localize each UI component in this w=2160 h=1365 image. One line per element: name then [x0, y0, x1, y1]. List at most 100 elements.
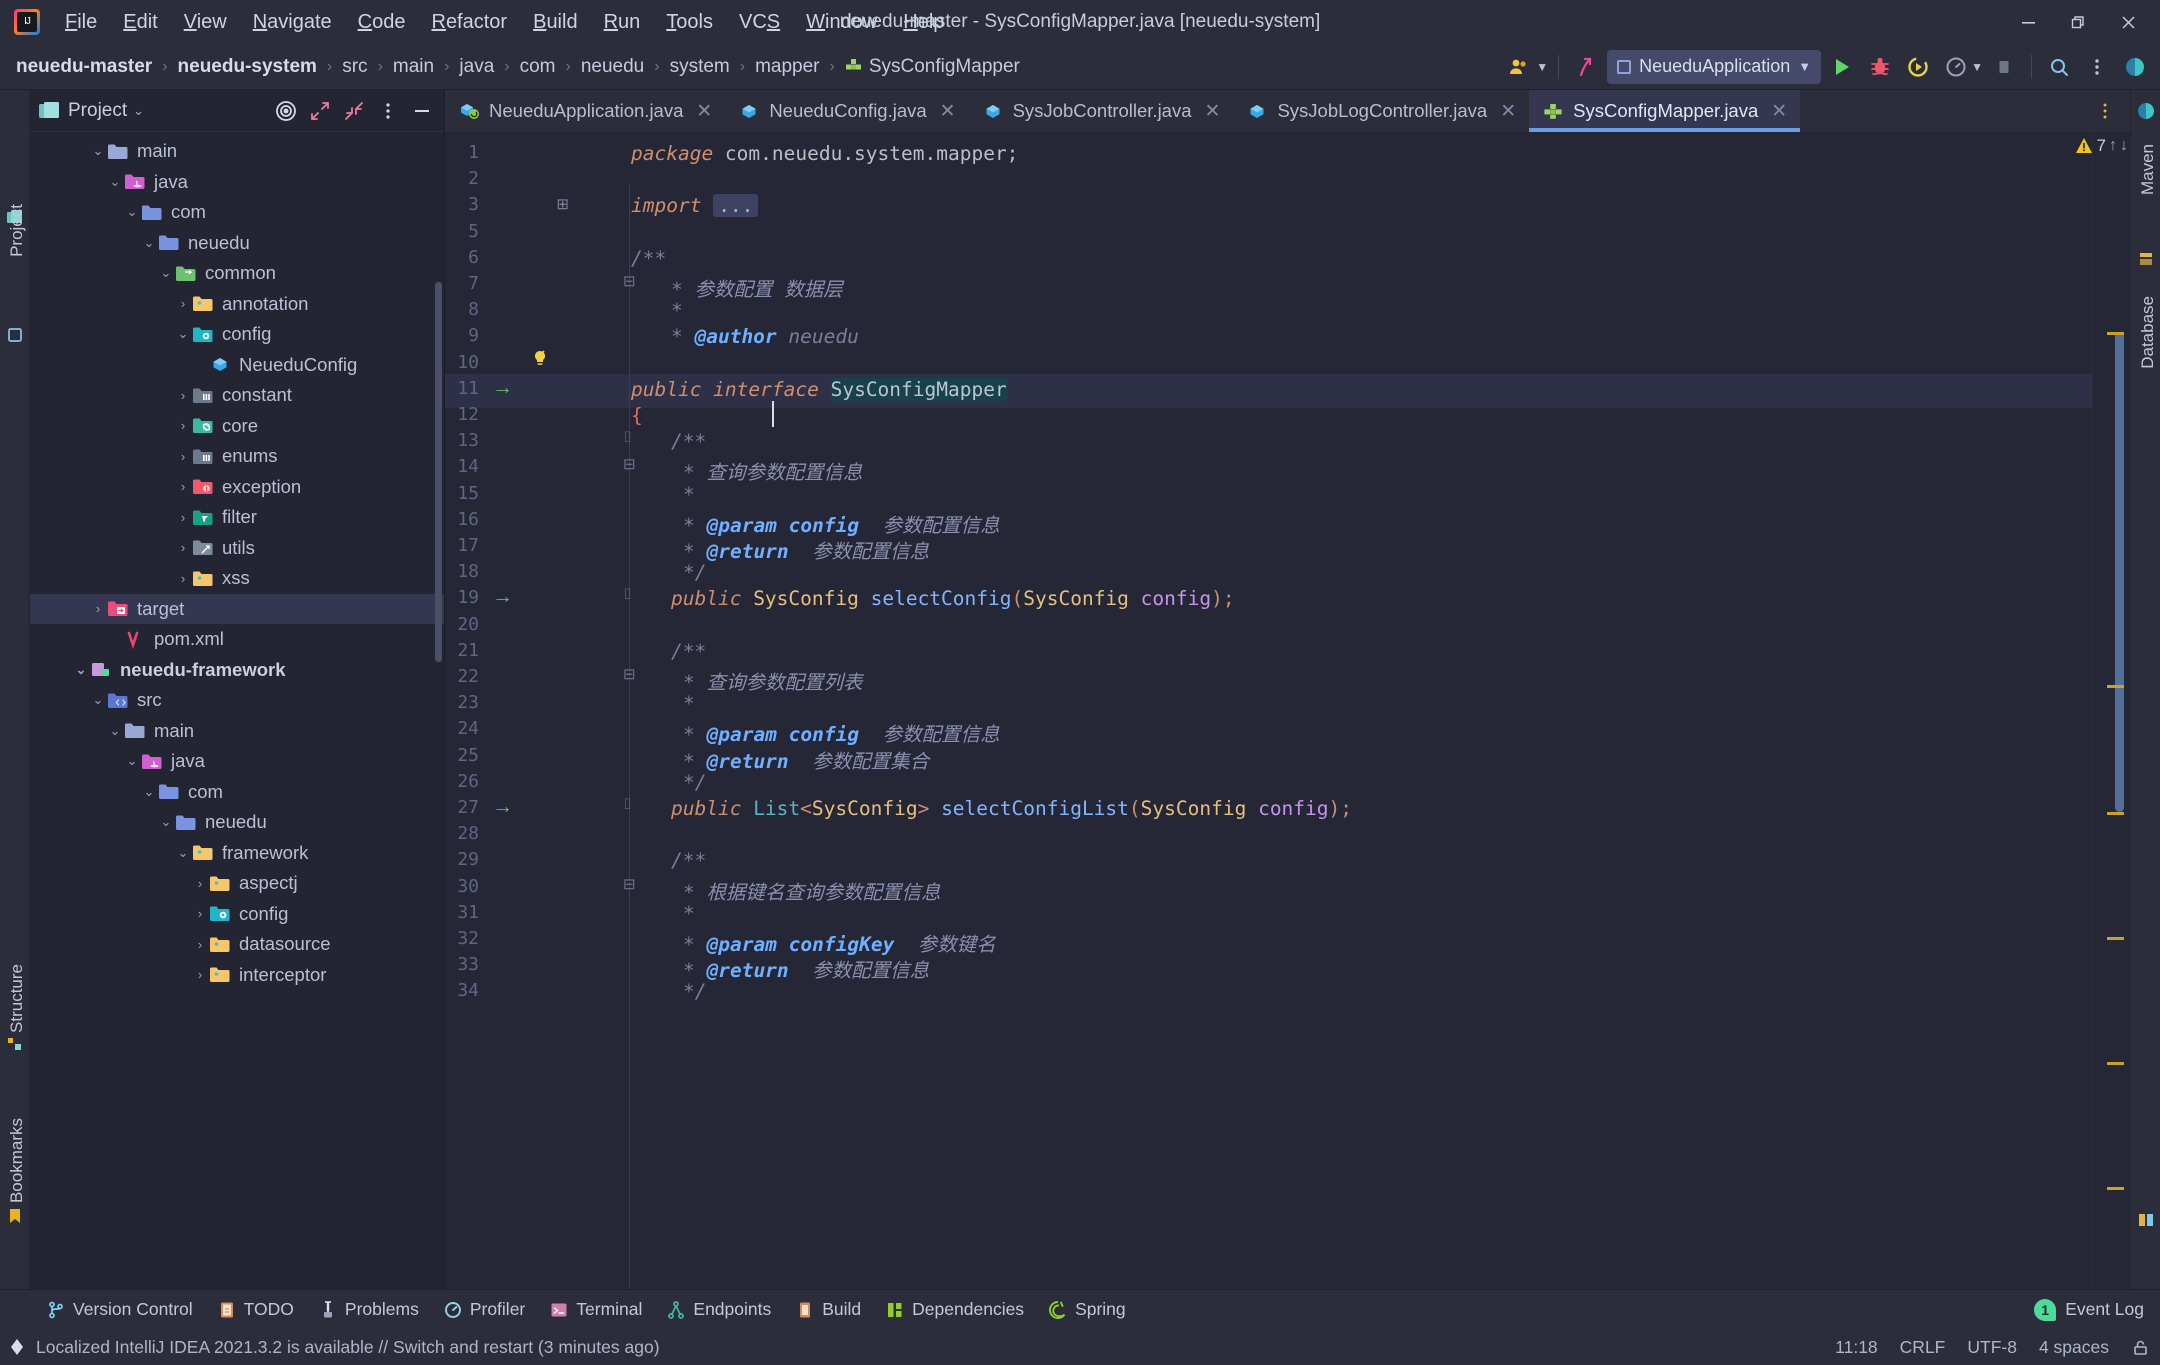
code-line[interactable]: { — [575, 404, 643, 427]
tree-expand-arrow-icon[interactable]: › — [174, 571, 192, 586]
tree-node-com[interactable]: ⌄ com — [30, 197, 444, 228]
tree-expand-arrow-icon[interactable]: › — [174, 479, 192, 494]
bottom-tab-build[interactable]: Build — [783, 1295, 873, 1324]
avatar-chevron-down-icon[interactable]: ▼ — [1536, 60, 1548, 74]
code-line[interactable]: * @param configKey 参数键名 — [575, 928, 996, 957]
code-line[interactable]: /** — [575, 640, 706, 663]
code-line[interactable]: * — [575, 692, 695, 715]
run-button[interactable] — [1825, 50, 1859, 84]
code-line[interactable]: /** — [575, 849, 706, 872]
sidebar-item-structure[interactable]: Structure — [2, 958, 32, 1039]
inspection-mark[interactable] — [2107, 685, 2124, 688]
code-line[interactable]: public SysConfig selectConfig(SysConfig … — [575, 587, 1235, 610]
tree-node-xss[interactable]: › xss — [30, 563, 444, 594]
code-line[interactable]: * 查询参数配置列表 — [575, 666, 863, 695]
updates-icon[interactable] — [1569, 50, 1603, 84]
menu-item-tools[interactable]: Tools — [653, 7, 726, 38]
tree-node-target[interactable]: › target — [30, 593, 444, 624]
event-log-button[interactable]: 1 Event Log — [2034, 1298, 2154, 1321]
tree-node-datasource[interactable]: › datasource — [30, 929, 444, 960]
code-line[interactable]: */ — [575, 771, 706, 794]
code-line[interactable]: * 查询参数配置信息 — [575, 456, 863, 485]
tree-node-interceptor[interactable]: › interceptor — [30, 960, 444, 991]
menu-item-run[interactable]: Run — [591, 7, 654, 38]
tree-node-java[interactable]: ⌄ java — [30, 167, 444, 198]
editor-tabs-options-icon[interactable] — [2088, 94, 2122, 128]
profiler-chevron-down-icon[interactable]: ▼ — [1971, 60, 1983, 74]
code-fold-handle-icon[interactable]: ⊟ — [623, 272, 636, 290]
menu-item-file[interactable]: File — [52, 7, 110, 38]
tree-node-com[interactable]: ⌄ com — [30, 777, 444, 808]
line-separator[interactable]: CRLF — [1900, 1337, 1946, 1358]
tree-expand-arrow-icon[interactable]: ⌄ — [72, 662, 90, 678]
inspection-mark[interactable] — [2107, 1062, 2124, 1065]
editor-tab-sysjoblogcontroller-java[interactable]: SysJobLogController.java ✕ — [1233, 90, 1529, 132]
code-line[interactable]: import ... — [575, 194, 759, 218]
implementing-method-gutter-icon[interactable]: → — [492, 795, 513, 819]
inspection-mark[interactable] — [2107, 1187, 2124, 1190]
inspection-gutter[interactable]: 7 ↑ ↓ — [2075, 132, 2130, 1289]
project-options-icon[interactable] — [374, 97, 402, 125]
breadcrumb-item-neuedu[interactable]: neuedu — [575, 54, 650, 80]
bottom-tab-terminal[interactable]: Terminal — [537, 1295, 654, 1324]
code-line[interactable]: * — [575, 902, 695, 925]
tree-node-java[interactable]: ⌄ java — [30, 746, 444, 777]
tree-expand-arrow-icon[interactable]: ⌄ — [106, 723, 124, 739]
tree-expand-arrow-icon[interactable]: › — [191, 906, 209, 921]
breadcrumb-item-neuedu-system[interactable]: neuedu-system — [172, 54, 323, 80]
tree-node-annotation[interactable]: › annotation — [30, 289, 444, 320]
prev-problem-icon[interactable]: ↑ — [2109, 137, 2117, 155]
bottom-tab-spring[interactable]: Spring — [1036, 1295, 1138, 1324]
tree-node-utils[interactable]: › utils — [30, 533, 444, 564]
tree-expand-arrow-icon[interactable]: › — [174, 418, 192, 433]
next-problem-icon[interactable]: ↓ — [2120, 137, 2128, 155]
tree-node-src[interactable]: ⌄ src — [30, 685, 444, 716]
encoding[interactable]: UTF-8 — [1967, 1337, 2017, 1358]
tree-node-filter[interactable]: › filter — [30, 502, 444, 533]
menu-item-edit[interactable]: Edit — [110, 7, 170, 38]
tree-node-main[interactable]: ⌄ main — [30, 716, 444, 747]
profiler-button[interactable] — [1939, 50, 1973, 84]
editor-tab-close-icon[interactable]: ✕ — [1771, 100, 1787, 123]
bottom-tab-version-control[interactable]: Version Control — [34, 1295, 205, 1324]
tree-expand-arrow-icon[interactable]: ⌄ — [89, 692, 107, 708]
intention-bulb-icon[interactable] — [529, 348, 551, 370]
tree-node-pom-xml[interactable]: pom.xml — [30, 624, 444, 655]
breadcrumb-item-src[interactable]: src — [336, 54, 373, 80]
breadcrumb-item-java[interactable]: java — [453, 54, 500, 80]
ide-assistant-icon[interactable] — [2118, 50, 2152, 84]
editor-tab-sysjobcontroller-java[interactable]: SysJobController.java ✕ — [969, 90, 1234, 132]
tree-expand-arrow-icon[interactable]: › — [191, 937, 209, 952]
editor-code-content[interactable]: package com.neuedu.system.mapper; import … — [575, 132, 2092, 1289]
maximize-restore-button[interactable] — [2056, 2, 2100, 42]
code-line[interactable]: * @author neuedu — [575, 325, 859, 348]
tree-expand-arrow-icon[interactable]: › — [174, 449, 192, 464]
tree-expand-arrow-icon[interactable]: ⌄ — [174, 845, 192, 861]
code-fold-handle-icon[interactable]: ⌷ — [623, 429, 632, 446]
code-line[interactable]: /** — [575, 430, 706, 453]
tree-node-main[interactable]: ⌄ main — [30, 136, 444, 167]
tree-node-config[interactable]: › config — [30, 899, 444, 930]
breadcrumb-item-sysconfigmapper[interactable]: SysConfigMapper — [839, 54, 1026, 80]
inspection-mark[interactable] — [2107, 332, 2124, 335]
sidebar-item-maven[interactable]: Maven — [2133, 138, 2160, 201]
project-tree[interactable]: ⌄ main ⌄ java ⌄ com ⌄ neuedu ⌄ common › annotation ⌄… — [30, 132, 444, 1289]
tree-node-neueduconfig[interactable]: NeueduConfig — [30, 350, 444, 381]
tree-expand-arrow-icon[interactable]: ⌄ — [174, 326, 192, 342]
tree-node-neuedu-framework[interactable]: ⌄ neuedu-framework — [30, 655, 444, 686]
inspection-summary[interactable]: 7 ↑ ↓ — [2074, 136, 2128, 156]
chevron-down-icon[interactable]: ▼ — [1798, 59, 1811, 74]
code-line[interactable]: * @param config 参数配置信息 — [575, 718, 1000, 747]
editor-gutter[interactable]: 1 2 3 ⊞ 5 6 7 8 9 10 11 → 12 13 14 15 16 17 18 19 → 20 21 22 23 2… — [445, 132, 575, 1289]
status-message[interactable]: Localized IntelliJ IDEA 2021.3.2 is avai… — [36, 1337, 660, 1358]
tree-node-neuedu[interactable]: ⌄ neuedu — [30, 228, 444, 259]
implementing-method-gutter-icon[interactable]: → — [492, 376, 513, 400]
code-fold-handle-icon[interactable]: ⌷ — [623, 796, 632, 813]
close-button[interactable] — [2106, 2, 2150, 42]
hide-panel-icon[interactable] — [408, 97, 436, 125]
tree-node-aspectj[interactable]: › aspectj — [30, 868, 444, 899]
tree-expand-arrow-icon[interactable]: › — [89, 601, 107, 616]
tree-node-enums[interactable]: › enums — [30, 441, 444, 472]
caret-position[interactable]: 11:18 — [1835, 1337, 1878, 1358]
tree-node-core[interactable]: › core — [30, 411, 444, 442]
